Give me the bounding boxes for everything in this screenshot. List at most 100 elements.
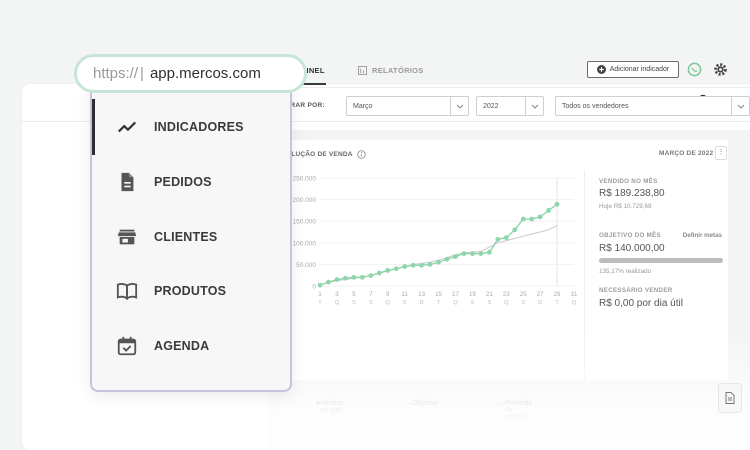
- x-tick-label: 17: [452, 291, 459, 298]
- x-tick-label: 1: [318, 291, 322, 298]
- tabs-bar: PAINEL RELATÓRIOS Adicionar indicador: [268, 52, 750, 88]
- document-icon: [725, 392, 735, 404]
- legend-goal-label: Objetivo: [413, 400, 439, 407]
- x-tick-weekday: Q: [453, 300, 458, 306]
- y-tick-label: 0: [312, 284, 316, 291]
- floating-document-button[interactable]: [718, 383, 742, 413]
- chevron-down-icon: [731, 97, 749, 115]
- menu-item-produtos[interactable]: PRODUTOS: [116, 279, 226, 303]
- year-select-value: 2022: [483, 103, 499, 110]
- x-tick-weekday: D: [538, 300, 542, 306]
- menu-item-agenda[interactable]: AGENDA: [116, 334, 209, 358]
- sales-data-point: [359, 274, 365, 280]
- plus-circle-icon: [596, 65, 606, 74]
- menu-item-indicadores[interactable]: INDICADORES: [116, 115, 244, 139]
- x-tick-label: 13: [418, 291, 425, 298]
- sales-series-line: [319, 203, 558, 286]
- sales-data-point: [343, 275, 348, 281]
- sales-data-point: [520, 216, 526, 222]
- sold-value: R$ 189.238,80: [599, 188, 665, 199]
- menu-item-label: PEDIDOS: [154, 175, 212, 189]
- url-bar[interactable]: https:// | app.mercos.com: [74, 54, 307, 93]
- whatsapp-icon[interactable]: [687, 62, 702, 77]
- x-tick-weekday: Q: [335, 300, 340, 306]
- summary-panel: VENDIDO NO MÊS R$ 189.238,80 Hoje R$ 10.…: [584, 170, 728, 380]
- menu-item-label: AGENDA: [154, 339, 210, 353]
- document-icon: [121, 172, 134, 192]
- x-tick-weekday: T: [437, 300, 441, 306]
- x-tick-weekday: Q: [386, 300, 391, 306]
- sales-data-point: [368, 273, 374, 279]
- url-separator: |: [140, 65, 144, 82]
- sales-data-point: [326, 279, 331, 285]
- sales-data-point: [444, 256, 450, 262]
- x-tick-label: 5: [352, 291, 356, 298]
- main-menu: INDICADORES PEDIDOS CLIENTES PRODUTOS AG…: [90, 80, 292, 392]
- sales-data-point: [436, 259, 441, 265]
- month-select[interactable]: Março: [346, 96, 469, 116]
- x-tick-label: 23: [503, 291, 510, 298]
- x-tick-label: 25: [520, 291, 527, 298]
- year-select[interactable]: 2022: [476, 96, 544, 116]
- gear-icon[interactable]: [713, 62, 728, 77]
- sales-data-point: [393, 266, 399, 272]
- x-tick-label: 11: [401, 291, 408, 298]
- add-indicator-button[interactable]: Adicionar indicador: [587, 61, 679, 78]
- sales-data-point: [478, 251, 484, 256]
- card-menu-button[interactable]: ⋮: [715, 146, 727, 160]
- x-tick-label: 31: [571, 291, 578, 298]
- trending-up-icon: [117, 121, 137, 133]
- book-icon: [116, 283, 138, 301]
- y-tick-label: 250.000: [293, 176, 317, 183]
- sales-data-point: [529, 216, 535, 222]
- month-select-value: Março: [353, 103, 373, 110]
- goal-progress-bar: [599, 258, 723, 263]
- x-tick-label: 27: [537, 291, 544, 298]
- sales-data-point: [385, 268, 391, 273]
- define-goals-link[interactable]: Definir metas: [683, 232, 722, 239]
- x-tick-weekday: S: [487, 300, 491, 306]
- chevron-down-icon: [525, 97, 543, 115]
- menu-item-label: CLIENTES: [154, 230, 218, 244]
- legend-sold: ● Vendas no mês: [316, 400, 344, 414]
- legend-forecast-label: Previsão de vendas: [505, 400, 533, 421]
- filters-bar: FILTRAR POR: Março 2022 Todos os vendedo…: [276, 96, 750, 118]
- chevron-down-icon: [450, 97, 468, 115]
- legend-forecast: — Previsão de vendas: [498, 400, 533, 421]
- x-tick-label: 29: [554, 291, 561, 298]
- tab-relatorios[interactable]: RELATÓRIOS: [358, 62, 424, 78]
- x-tick-weekday: D: [420, 300, 424, 306]
- sales-data-point: [419, 262, 424, 268]
- x-tick-label: 21: [486, 291, 493, 298]
- sellers-select-value: Todos os vendedores: [562, 103, 629, 110]
- needed-label: NECESSÁRIO VENDER: [599, 287, 673, 294]
- active-menu-indicator: [92, 99, 95, 155]
- x-tick-weekday: S: [471, 300, 475, 306]
- menu-item-clientes[interactable]: CLIENTES: [116, 225, 217, 249]
- sales-data-point: [512, 227, 518, 233]
- x-tick-weekday: S: [403, 300, 407, 306]
- x-tick-label: 19: [469, 291, 476, 298]
- tab-relatorios-label: RELATÓRIOS: [372, 65, 424, 75]
- sales-data-point: [461, 251, 467, 256]
- sellers-select[interactable]: Todos os vendedores: [555, 96, 750, 116]
- sales-data-point: [554, 201, 560, 207]
- url-protocol: https://: [93, 65, 139, 82]
- x-tick-label: 15: [435, 291, 442, 298]
- info-icon[interactable]: [356, 150, 366, 159]
- legend-goal: — Objetivo: [406, 400, 439, 407]
- x-tick-weekday: S: [521, 300, 525, 306]
- card-date: MARÇO DE 2022: [659, 150, 714, 157]
- sold-label: VENDIDO NO MÊS: [599, 178, 658, 185]
- sales-data-point: [495, 236, 501, 242]
- sales-evolution-card: EVOLUÇÃO DE VENDA MARÇO DE 2022 ⋮ 250.00…: [268, 140, 728, 380]
- menu-item-pedidos[interactable]: PEDIDOS: [116, 170, 212, 194]
- x-tick-weekday: T: [555, 300, 559, 306]
- x-tick-weekday: Q: [572, 300, 577, 306]
- sales-data-point: [351, 274, 357, 280]
- menu-item-label: PRODUTOS: [154, 284, 227, 298]
- x-tick-weekday: S: [369, 300, 373, 306]
- y-tick-label: 50.000: [296, 262, 316, 269]
- sales-data-point: [427, 262, 433, 267]
- sales-data-point: [410, 262, 416, 268]
